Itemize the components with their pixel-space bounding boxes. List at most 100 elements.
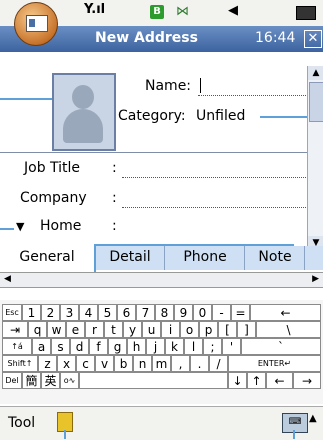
key-caps[interactable]: ↑á	[2, 338, 32, 355]
trash-icon[interactable]	[57, 412, 73, 432]
key-l[interactable]: l	[184, 338, 203, 355]
scroll-right-icon[interactable]: ▶	[312, 273, 319, 286]
address-book-app-icon[interactable]	[14, 2, 58, 46]
key-b[interactable]: b	[114, 355, 133, 372]
key-n[interactable]: n	[133, 355, 152, 372]
key-backslash[interactable]: \	[256, 321, 321, 338]
key-right-bracket[interactable]: ]	[237, 321, 256, 338]
bluetooth-icon[interactable]: ⋈	[176, 4, 189, 19]
key-i[interactable]: i	[161, 321, 180, 338]
home-label[interactable]: Home	[40, 218, 81, 234]
job-title-label: Job Title	[24, 160, 81, 176]
key-0[interactable]: 0	[193, 304, 212, 321]
key-comma[interactable]: ,	[171, 355, 190, 372]
scroll-thumb[interactable]	[309, 82, 323, 122]
category-dropdown[interactable]: Unfiled	[196, 108, 245, 124]
key-j[interactable]: j	[146, 338, 165, 355]
key-v[interactable]: v	[95, 355, 114, 372]
tab-phone[interactable]: Phone	[164, 246, 245, 270]
key-shift[interactable]: Shift↑	[2, 355, 38, 372]
key-4[interactable]: 4	[79, 304, 98, 321]
key-u[interactable]: u	[142, 321, 161, 338]
key-minus[interactable]: -	[212, 304, 231, 321]
keyboard-toggle-arrow-icon[interactable]: ▲	[309, 413, 317, 424]
scroll-left-icon[interactable]: ◀	[4, 273, 11, 286]
key-f[interactable]: f	[89, 338, 108, 355]
key-english[interactable]: 英	[41, 372, 60, 389]
key-2[interactable]: 2	[41, 304, 60, 321]
key-period[interactable]: .	[190, 355, 209, 372]
key-9[interactable]: 9	[174, 304, 193, 321]
tab-note[interactable]: Note	[244, 246, 305, 270]
name-field[interactable]	[198, 78, 306, 96]
key-down-arrow[interactable]: ↓	[228, 372, 247, 389]
callout-line-home	[0, 228, 14, 230]
key-space[interactable]	[79, 372, 228, 389]
key-h[interactable]: h	[127, 338, 146, 355]
scroll-up-icon[interactable]: ▲	[308, 66, 323, 80]
key-left-arrow[interactable]: ←	[266, 372, 293, 389]
callout-line-category	[260, 116, 308, 118]
key-6[interactable]: 6	[117, 304, 136, 321]
key-m[interactable]: m	[152, 355, 171, 372]
key-backspace[interactable]: ←	[250, 304, 321, 321]
key-accent[interactable]: o∿	[60, 372, 79, 389]
divider	[0, 152, 307, 153]
keyboard-icon[interactable]: ⌨	[282, 413, 308, 433]
bottom-toolbar: Tool ⌨ ▲	[0, 406, 323, 440]
key-left-bracket[interactable]: [	[218, 321, 237, 338]
window-title: New Address	[95, 30, 198, 46]
key-d[interactable]: d	[70, 338, 89, 355]
key-esc[interactable]: Esc	[2, 304, 22, 321]
key-simplified-chinese[interactable]: 簡	[22, 372, 41, 389]
key-g[interactable]: g	[108, 338, 127, 355]
key-8[interactable]: 8	[155, 304, 174, 321]
key-backtick[interactable]: `	[241, 338, 321, 355]
company-label: Company	[20, 190, 87, 206]
key-a[interactable]: a	[32, 338, 51, 355]
key-tab[interactable]: ⇥	[2, 321, 28, 338]
key-s[interactable]: s	[51, 338, 70, 355]
volume-icon[interactable]: ◀	[228, 3, 238, 18]
key-e[interactable]: e	[66, 321, 85, 338]
key-equals[interactable]: =	[231, 304, 250, 321]
tab-detail[interactable]: Detail	[94, 246, 165, 270]
key-x[interactable]: x	[57, 355, 76, 372]
key-1[interactable]: 1	[22, 304, 41, 321]
key-c[interactable]: c	[76, 355, 95, 372]
job-title-field[interactable]	[122, 160, 306, 178]
tool-menu[interactable]: Tool	[8, 415, 35, 431]
key-y[interactable]: y	[123, 321, 142, 338]
callout-line-photo	[0, 98, 52, 100]
key-slash[interactable]: /	[209, 355, 228, 372]
key-up-arrow[interactable]: ↑	[247, 372, 266, 389]
person-head	[72, 85, 94, 109]
close-button[interactable]: ✕	[304, 30, 322, 48]
key-t[interactable]: t	[104, 321, 123, 338]
key-3[interactable]: 3	[60, 304, 79, 321]
category-label: Category:	[118, 108, 186, 124]
key-del[interactable]: Del	[2, 372, 22, 389]
key-right-arrow[interactable]: →	[293, 372, 321, 389]
key-w[interactable]: w	[47, 321, 66, 338]
horizontal-scrollbar[interactable]: ◀ ▶	[0, 272, 323, 288]
tab-general[interactable]: General	[0, 246, 94, 270]
callout-line-trash	[64, 430, 66, 439]
dropdown-arrow-icon[interactable]: ▼	[16, 220, 24, 233]
company-separator: :	[112, 190, 117, 206]
key-z[interactable]: z	[38, 355, 57, 372]
key-p[interactable]: p	[199, 321, 218, 338]
key-quote[interactable]: '	[222, 338, 241, 355]
company-field[interactable]	[122, 190, 306, 208]
key-5[interactable]: 5	[98, 304, 117, 321]
key-o[interactable]: o	[180, 321, 199, 338]
key-semicolon[interactable]: ;	[203, 338, 222, 355]
key-k[interactable]: k	[165, 338, 184, 355]
vertical-scrollbar[interactable]: ▲ ▼	[307, 66, 323, 250]
key-enter[interactable]: ENTER↵	[228, 355, 321, 372]
contact-photo[interactable]	[52, 73, 116, 151]
key-r[interactable]: r	[85, 321, 104, 338]
key-q[interactable]: q	[28, 321, 47, 338]
tab-overflow[interactable]	[304, 246, 323, 270]
key-7[interactable]: 7	[136, 304, 155, 321]
